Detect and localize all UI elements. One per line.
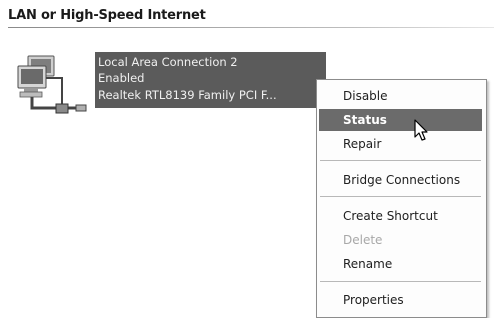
network-connection-icon[interactable] <box>16 54 90 118</box>
menu-item-properties[interactable]: Properties <box>319 289 482 311</box>
group-title: LAN or High-Speed Internet <box>8 8 206 23</box>
context-menu: Disable Status Repair Bridge Connections… <box>316 79 487 318</box>
connection-device: Realtek RTL8139 Family PCI F... <box>98 88 277 102</box>
menu-item-status[interactable]: Status <box>319 109 482 131</box>
connection-name: Local Area Connection 2 <box>98 55 238 69</box>
menu-item-delete: Delete <box>343 233 383 247</box>
menu-item-create-shortcut[interactable]: Create Shortcut <box>319 205 482 227</box>
group-divider <box>8 27 494 28</box>
group-header: LAN or High-Speed Internet <box>8 6 494 28</box>
menu-item-disable[interactable]: Disable <box>319 85 482 107</box>
connection-label-block[interactable]: Local Area Connection 2 Enabled Realtek … <box>95 52 326 108</box>
menu-separator <box>320 196 481 197</box>
menu-item-rename[interactable]: Rename <box>319 253 482 275</box>
menu-item-bridge-connections[interactable]: Bridge Connections <box>319 169 482 191</box>
menu-separator <box>320 281 481 282</box>
menu-item-repair[interactable]: Repair <box>319 133 482 155</box>
connection-status: Enabled <box>98 71 145 85</box>
connection-item[interactable]: Local Area Connection 2 Enabled Realtek … <box>16 52 326 118</box>
menu-separator <box>320 160 481 161</box>
mouse-pointer-icon <box>414 119 430 143</box>
